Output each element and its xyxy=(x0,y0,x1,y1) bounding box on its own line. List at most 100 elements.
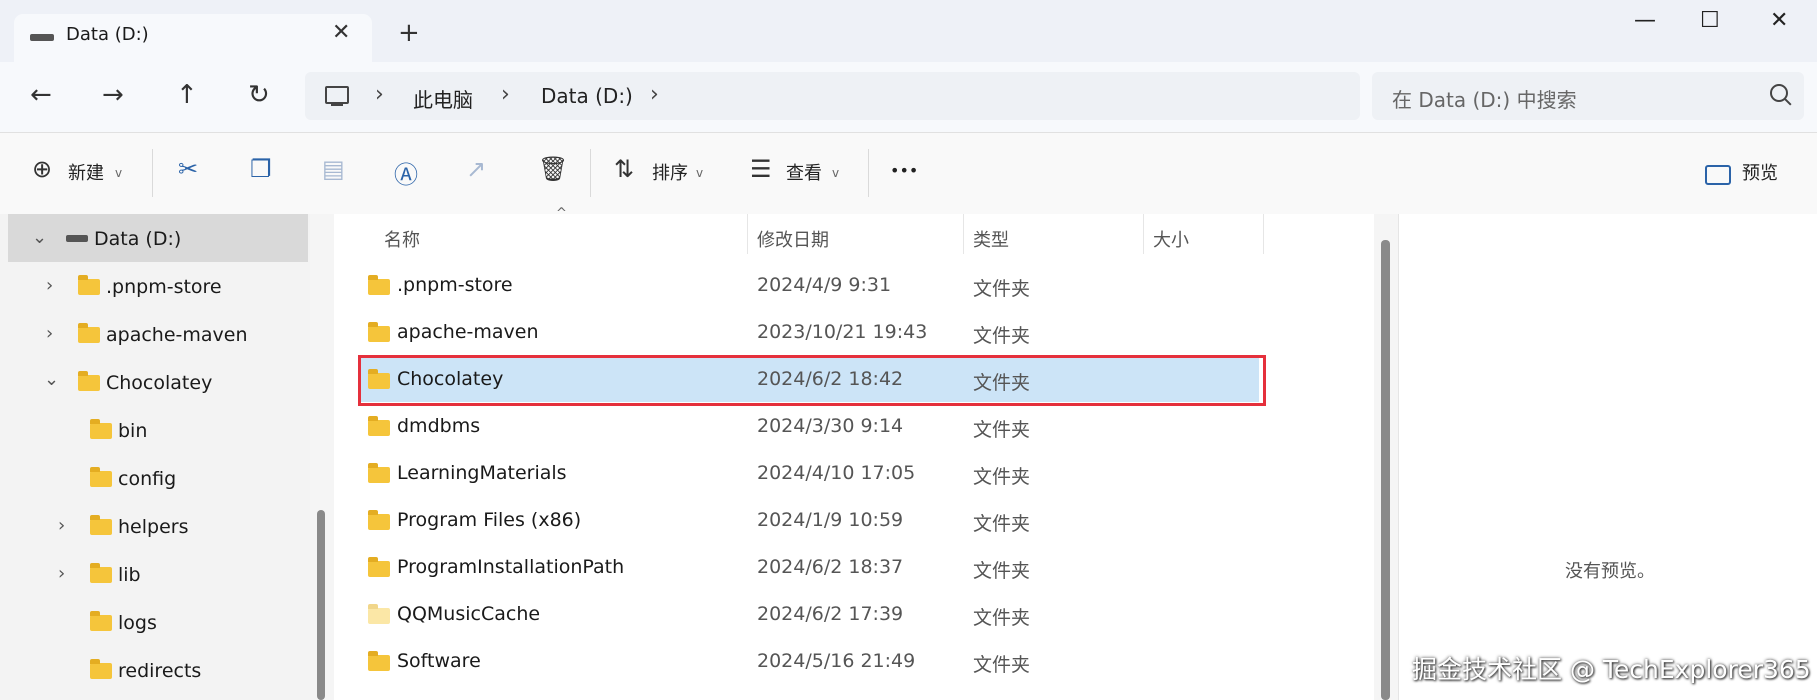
file-name[interactable]: Software xyxy=(397,650,481,672)
file-name[interactable]: LearningMaterials xyxy=(397,462,567,484)
up-button[interactable]: ↑ xyxy=(176,80,198,110)
file-date: 2023/10/21 19:43 xyxy=(757,321,928,343)
folder-icon xyxy=(90,419,112,439)
sidebar-item-config[interactable]: config xyxy=(118,468,176,490)
chevron-right-icon[interactable]: › xyxy=(501,82,510,107)
cut-icon[interactable]: ✂ xyxy=(178,155,198,183)
column-divider[interactable] xyxy=(1143,214,1144,254)
sort-icon[interactable]: ⇅ xyxy=(614,155,634,183)
address-bar[interactable]: › 此电脑 › Data (D:) › xyxy=(305,72,1360,120)
column-header-date[interactable]: 修改日期 xyxy=(757,226,829,252)
sidebar-item-lib[interactable]: lib xyxy=(118,564,141,586)
file-type: 文件夹 xyxy=(973,466,1031,488)
tab-close-icon[interactable]: ✕ xyxy=(332,20,350,45)
breadcrumb-data-d[interactable]: Data (D:) xyxy=(541,84,633,108)
file-name[interactable]: QQMusicCache xyxy=(397,603,540,625)
file-type: 文件夹 xyxy=(973,560,1031,582)
forward-button[interactable]: → xyxy=(102,80,124,110)
file-date: 2024/6/2 18:37 xyxy=(757,556,904,578)
watermark: 掘金技术社区 @ TechExplorer365 xyxy=(1412,655,1811,684)
folder-icon xyxy=(368,275,390,295)
search-icon[interactable] xyxy=(1770,84,1788,102)
column-divider[interactable] xyxy=(963,214,964,254)
more-options-button[interactable]: ••• xyxy=(890,161,918,180)
folder-icon xyxy=(368,604,390,624)
chevron-down-icon[interactable]: ⌄ xyxy=(44,369,59,390)
drive-icon xyxy=(30,34,54,41)
folder-icon xyxy=(90,515,112,535)
sidebar-item-pnpm-store[interactable]: .pnpm-store xyxy=(106,276,222,298)
folder-icon xyxy=(78,323,100,343)
toolbar-divider xyxy=(590,149,591,197)
chevron-down-icon[interactable]: v xyxy=(115,166,122,180)
chevron-right-icon[interactable]: › xyxy=(650,82,659,107)
folder-icon xyxy=(368,557,390,577)
computer-icon-stand xyxy=(331,104,343,106)
new-button[interactable]: 新建 xyxy=(68,159,104,185)
file-name[interactable]: .pnpm-store xyxy=(397,274,513,296)
sidebar-item-bin[interactable]: bin xyxy=(118,420,147,442)
preview-button[interactable]: 预览 xyxy=(1742,159,1778,185)
file-name[interactable]: Program Files (x86) xyxy=(397,509,581,531)
sidebar-item-apache-maven[interactable]: apache-maven xyxy=(106,324,248,346)
chevron-down-icon[interactable]: v xyxy=(696,166,703,180)
column-header-name[interactable]: 名称 xyxy=(384,226,420,252)
no-preview-text: 没有预览。 xyxy=(1565,561,1655,582)
chevron-right-icon[interactable]: › xyxy=(58,563,65,584)
share-icon[interactable]: ↗ xyxy=(466,155,486,183)
command-bar: ⊕ 新建 v ✂ ❐ ▤ Ⓐ ↗ 🗑 ⇅ 排序 v ☰ 查看 v ••• 预览 xyxy=(0,132,1817,216)
chevron-right-icon[interactable]: › xyxy=(58,515,65,536)
column-header-type[interactable]: 类型 xyxy=(973,226,1009,252)
chevron-down-icon[interactable]: v xyxy=(832,166,839,180)
folder-icon xyxy=(90,659,112,679)
file-type: 文件夹 xyxy=(973,419,1031,441)
folder-icon xyxy=(78,371,100,391)
file-type: 文件夹 xyxy=(973,513,1031,535)
delete-icon[interactable]: 🗑 xyxy=(538,155,568,183)
file-name[interactable]: dmdbms xyxy=(397,415,480,437)
highlight-annotation-box xyxy=(358,355,1266,406)
breadcrumb-this-pc[interactable]: 此电脑 xyxy=(413,84,473,113)
drive-icon xyxy=(66,235,88,242)
sort-button[interactable]: 排序 xyxy=(652,159,688,185)
sidebar-item-chocolatey[interactable]: Chocolatey xyxy=(106,372,212,394)
file-name[interactable]: ProgramInstallationPath xyxy=(397,556,624,578)
chevron-right-icon[interactable]: › xyxy=(46,323,53,344)
copy-icon[interactable]: ❐ xyxy=(250,155,272,183)
close-window-button[interactable]: ✕ xyxy=(1770,8,1788,33)
chevron-right-icon[interactable]: › xyxy=(375,82,384,107)
search-box[interactable]: 在 Data (D:) 中搜索 xyxy=(1372,72,1804,120)
view-button[interactable]: 查看 xyxy=(786,159,822,185)
new-tab-button[interactable]: + xyxy=(398,18,420,48)
title-bar: Data (D:) ✕ + — ☐ ✕ xyxy=(0,0,1817,62)
column-header-size[interactable]: 大小 xyxy=(1153,226,1189,252)
tab-title: Data (D:) xyxy=(66,24,149,45)
file-name[interactable]: apache-maven xyxy=(397,321,539,343)
preview-pane-icon[interactable] xyxy=(1705,165,1731,185)
navigation-bar: ← → ↑ ↻ › 此电脑 › Data (D:) › 在 Data (D:) … xyxy=(0,62,1817,132)
computer-icon xyxy=(325,86,349,104)
sidebar-scrollbar-thumb[interactable] xyxy=(317,510,325,700)
minimize-button[interactable]: — xyxy=(1634,8,1656,33)
preview-pane xyxy=(1398,214,1817,700)
file-type: 文件夹 xyxy=(973,278,1031,300)
sidebar-item-redirects[interactable]: redirects xyxy=(118,660,201,682)
file-list-scrollbar-thumb[interactable] xyxy=(1381,240,1390,700)
back-button[interactable]: ← xyxy=(30,80,52,110)
column-divider[interactable] xyxy=(1263,214,1264,254)
rename-icon[interactable]: Ⓐ xyxy=(394,155,418,190)
folder-icon xyxy=(78,275,100,295)
view-icon[interactable]: ☰ xyxy=(750,155,772,183)
refresh-button[interactable]: ↻ xyxy=(248,80,270,110)
column-divider[interactable] xyxy=(747,214,748,254)
add-icon[interactable]: ⊕ xyxy=(32,155,52,183)
paste-icon[interactable]: ▤ xyxy=(322,155,345,183)
sidebar-item-logs[interactable]: logs xyxy=(118,612,157,634)
tab-data-d[interactable]: Data (D:) ✕ xyxy=(14,14,372,62)
chevron-down-icon[interactable]: ⌄ xyxy=(32,227,47,248)
sidebar-item-data-d[interactable]: Data (D:) xyxy=(94,228,181,250)
sidebar-item-helpers[interactable]: helpers xyxy=(118,516,188,538)
maximize-button[interactable]: ☐ xyxy=(1700,8,1720,33)
chevron-right-icon[interactable]: › xyxy=(46,275,53,296)
search-input[interactable]: 在 Data (D:) 中搜索 xyxy=(1392,84,1577,113)
